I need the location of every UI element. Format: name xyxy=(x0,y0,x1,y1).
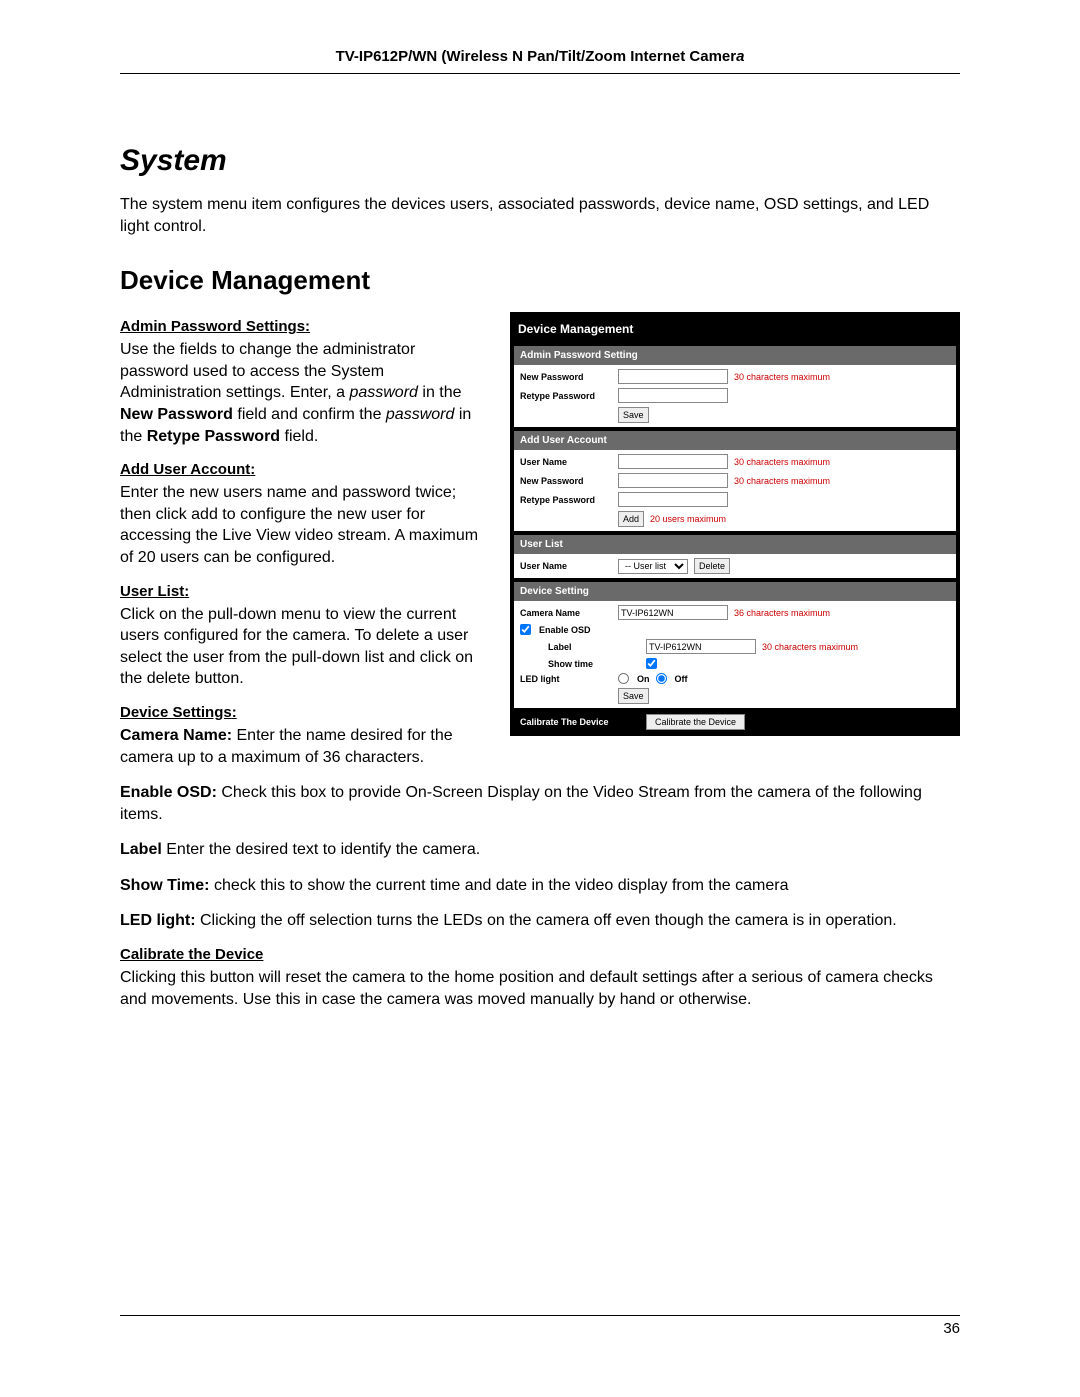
led-off-label: Off xyxy=(675,674,688,684)
hint-36-chars: 36 characters maximum xyxy=(734,608,830,618)
retype-password-input[interactable] xyxy=(618,388,728,403)
doc-header-title-em: a xyxy=(736,48,744,65)
calibrate-heading: Calibrate the Device xyxy=(120,946,960,963)
delete-button[interactable]: Delete xyxy=(694,558,730,574)
footer-rule xyxy=(120,1315,960,1316)
calibrate-text: Clicking this button will reset the came… xyxy=(120,967,960,1010)
admin-password-heading: Admin Password Settings: xyxy=(120,318,486,335)
panel-section-admin: Admin Password Setting xyxy=(514,346,956,365)
device-management-panel: Device Management Admin Password Setting… xyxy=(510,312,960,736)
hint-30-chars-4: 30 characters maximum xyxy=(762,642,858,652)
panel-section-user-list: User List xyxy=(514,535,956,554)
header-rule xyxy=(120,73,960,74)
led-on-radio[interactable] xyxy=(618,673,629,684)
label-text: Label Enter the desired text to identify… xyxy=(120,839,960,861)
save-button[interactable]: Save xyxy=(618,407,649,423)
panel-section-device-setting: Device Setting xyxy=(514,582,956,601)
user-list-heading: User List: xyxy=(120,583,486,600)
show-time-label: Show time xyxy=(520,659,640,669)
calibrate-section-label: Calibrate The Device xyxy=(520,717,640,727)
camera-name-label: Camera Name xyxy=(520,608,612,618)
retype-password-label: Retype Password xyxy=(520,391,612,401)
panel-title: Device Management xyxy=(514,316,956,342)
save-button-2[interactable]: Save xyxy=(618,688,649,704)
new-password-label: New Password xyxy=(520,372,612,382)
led-light-text: LED light: Clicking the off selection tu… xyxy=(120,910,960,932)
hint-30-chars: 30 characters maximum xyxy=(734,372,830,382)
led-off-radio[interactable] xyxy=(656,673,667,684)
enable-osd-label: Enable OSD xyxy=(539,625,591,635)
retype-password-label-2: Retype Password xyxy=(520,495,612,505)
panel-section-add-user: Add User Account xyxy=(514,431,956,450)
led-light-label: LED light xyxy=(520,674,612,684)
user-list-select[interactable]: -- User list -- xyxy=(618,559,688,574)
page-number: 36 xyxy=(120,1320,960,1337)
camera-name-input[interactable] xyxy=(618,605,728,620)
osd-label-input[interactable] xyxy=(646,639,756,654)
add-user-text: Enter the new users name and password tw… xyxy=(120,482,486,568)
section-title: System xyxy=(120,144,960,178)
section-intro: The system menu item configures the devi… xyxy=(120,194,960,237)
user-name-label: User Name xyxy=(520,457,612,467)
admin-password-text: Use the fields to change the administrat… xyxy=(120,339,486,447)
enable-osd-text: Enable OSD: Check this box to provide On… xyxy=(120,782,960,825)
new-password-input[interactable] xyxy=(618,369,728,384)
hint-30-chars-3: 30 characters maximum xyxy=(734,476,830,486)
hint-20-users: 20 users maximum xyxy=(650,514,726,524)
led-on-label: On xyxy=(637,674,650,684)
device-settings-heading: Device Settings: xyxy=(120,704,486,721)
hint-30-chars-2: 30 characters maximum xyxy=(734,457,830,467)
page-title: Device Management xyxy=(120,265,960,296)
new-password-label-2: New Password xyxy=(520,476,612,486)
add-user-heading: Add User Account: xyxy=(120,461,486,478)
calibrate-button[interactable]: Calibrate the Device xyxy=(646,714,745,730)
user-name-label-2: User Name xyxy=(520,561,612,571)
enable-osd-checkbox[interactable] xyxy=(520,624,531,635)
camera-name-text: Camera Name: Enter the name desired for … xyxy=(120,725,486,768)
osd-label-label: Label xyxy=(520,642,640,652)
show-time-text: Show Time: check this to show the curren… xyxy=(120,875,960,897)
add-button[interactable]: Add xyxy=(618,511,644,527)
user-retype-password-input[interactable] xyxy=(618,492,728,507)
user-password-input[interactable] xyxy=(618,473,728,488)
user-list-text: Click on the pull-down menu to view the … xyxy=(120,604,486,690)
show-time-checkbox[interactable] xyxy=(646,658,657,669)
doc-header: TV-IP612P/WN (Wireless N Pan/Tilt/Zoom I… xyxy=(120,48,960,73)
doc-header-title: TV-IP612P/WN (Wireless N Pan/Tilt/Zoom I… xyxy=(336,48,737,65)
user-name-input[interactable] xyxy=(618,454,728,469)
